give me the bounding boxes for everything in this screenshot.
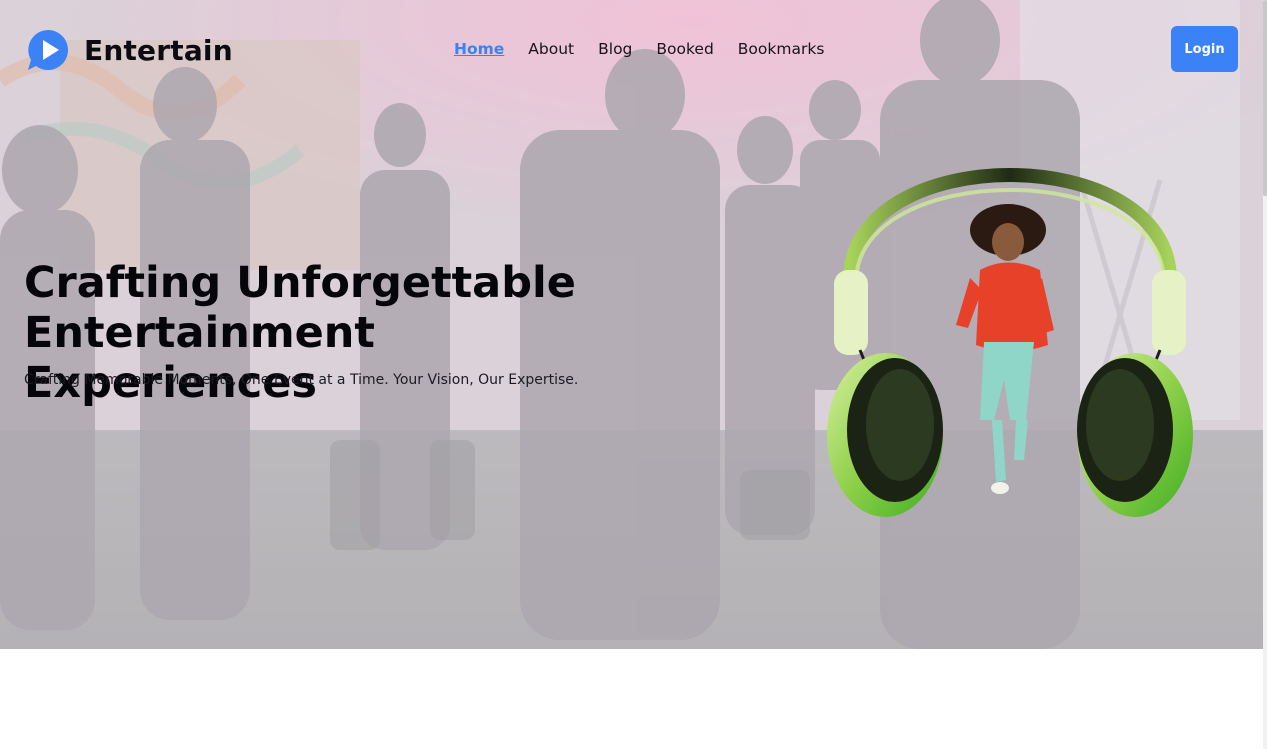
headphones-dancer-illustration <box>827 168 1193 517</box>
nav-link-booked[interactable]: Booked <box>656 39 713 59</box>
nav-link-bookmarks[interactable]: Bookmarks <box>738 39 825 59</box>
play-chat-bubble-icon <box>28 30 68 70</box>
brand-name: Entertain <box>84 33 233 67</box>
nav-link-blog[interactable]: Blog <box>598 39 632 59</box>
nav-link-about[interactable]: About <box>528 39 574 59</box>
main-nav: Home About Blog Booked Bookmarks <box>454 39 824 59</box>
hero-title-line-2: Entertainment Experiences <box>24 308 375 408</box>
scrollbar-thumb[interactable] <box>1263 0 1267 196</box>
login-button[interactable]: Login <box>1171 26 1238 72</box>
site-header: Entertain Home About Blog Booked Bookmar… <box>0 0 1263 100</box>
hero-title-line-1: Crafting Unforgettable <box>24 258 576 308</box>
brand-logo[interactable]: Entertain <box>26 28 233 72</box>
page-scrollbar[interactable] <box>1263 0 1267 749</box>
nav-link-home[interactable]: Home <box>454 39 504 59</box>
hero-subtitle: Crafting Memorable Moments, One Event at… <box>24 372 579 388</box>
